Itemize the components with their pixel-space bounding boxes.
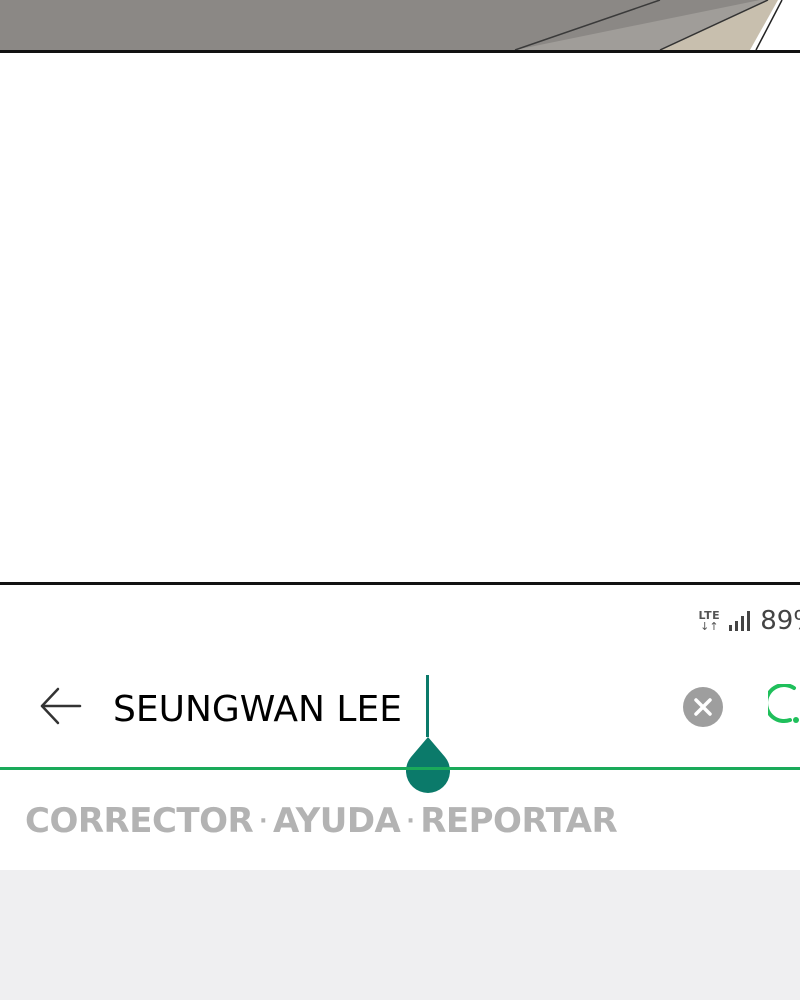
comic-art: [0, 0, 800, 50]
network-indicator: LTE ↓↑: [698, 610, 720, 632]
search-underline: [0, 767, 800, 770]
reportar-link[interactable]: REPORTAR: [420, 801, 617, 841]
lens-icon[interactable]: [768, 684, 800, 730]
battery-percentage: 89%: [760, 606, 800, 636]
links-row: CORRECTOR · AYUDA · REPORTAR: [25, 798, 618, 844]
content-area: [0, 870, 800, 1000]
link-separator: ·: [406, 808, 415, 834]
signal-icon: [729, 611, 751, 631]
arrow-left-icon[interactable]: [38, 683, 84, 729]
comic-panel-top: [0, 0, 800, 50]
link-separator: ·: [259, 808, 268, 834]
status-bar: [0, 585, 800, 660]
corrector-link[interactable]: CORRECTOR: [25, 801, 254, 841]
cursor-handle-icon[interactable]: [404, 737, 452, 793]
clear-icon[interactable]: [683, 687, 723, 727]
search-input[interactable]: SEUNGWAN LEE: [113, 684, 402, 736]
network-arrows: ↓↑: [700, 620, 719, 633]
ayuda-link[interactable]: AYUDA: [273, 801, 401, 841]
status-icons: LTE ↓↑ 89%: [698, 606, 800, 636]
text-cursor: [426, 675, 429, 737]
blank-panel: [0, 53, 800, 582]
